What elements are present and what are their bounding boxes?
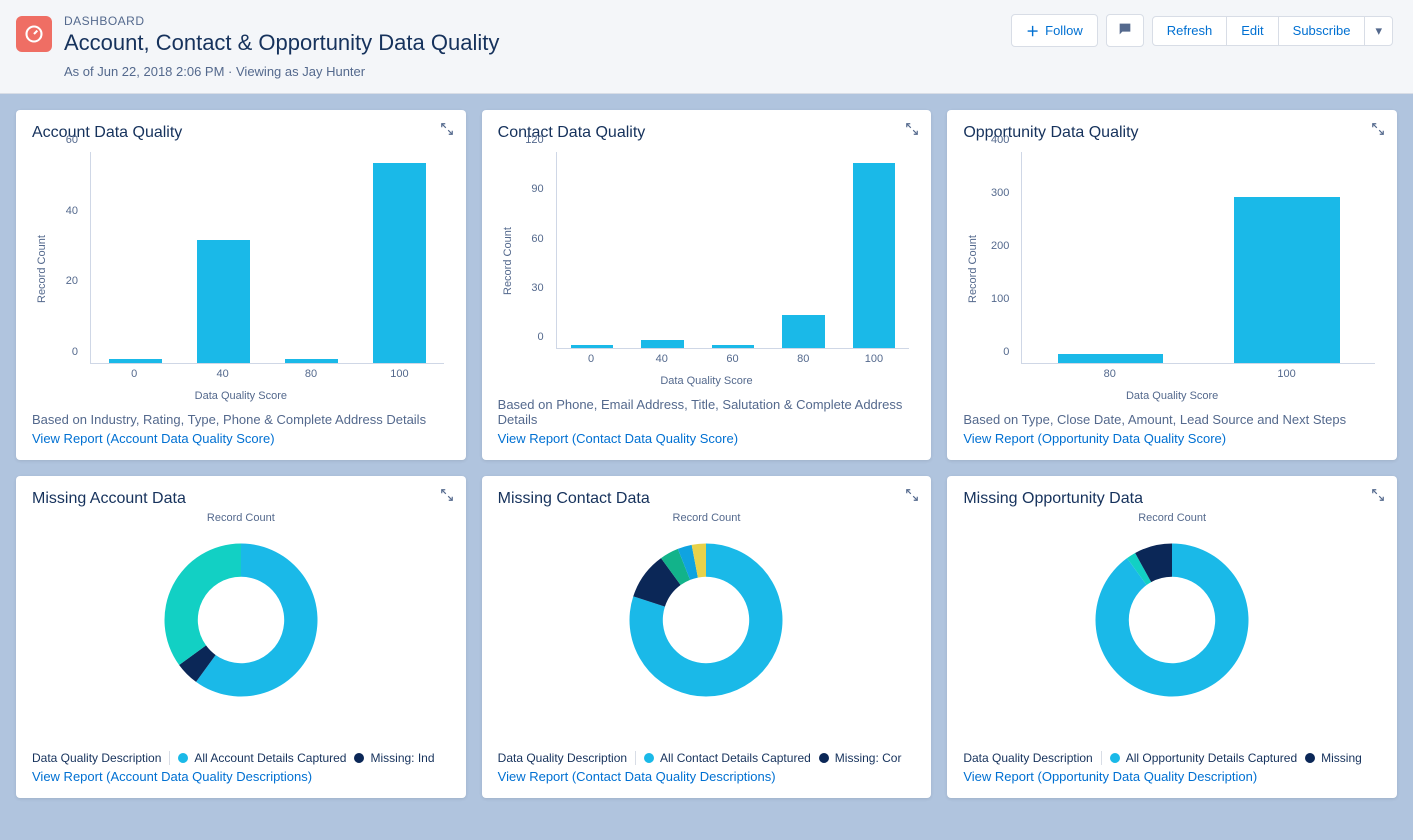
view-report-link[interactable]: View Report (Account Data Quality Score)	[32, 431, 450, 446]
follow-button[interactable]: ＋ Follow	[1011, 14, 1098, 47]
card-missing-contact: Missing Contact Data Record Count Data Q…	[482, 476, 932, 798]
view-report-link[interactable]: View Report (Opportunity Data Quality Sc…	[963, 431, 1381, 446]
legend-row: Data Quality Description All Contact Det…	[498, 751, 916, 765]
donut-ylabel: Record Count	[673, 512, 741, 524]
card-title: Missing Opportunity Data	[963, 490, 1381, 508]
legend-item-label: Missing: Cor	[835, 751, 902, 765]
view-report-link[interactable]: View Report (Contact Data Quality Descri…	[498, 769, 916, 784]
bar-chart: Record Count020406004080100	[32, 152, 450, 386]
card-missing-opportunity: Missing Opportunity Data Record Count Da…	[947, 476, 1397, 798]
card-title: Missing Account Data	[32, 490, 450, 508]
card-title: Missing Contact Data	[498, 490, 916, 508]
legend-item-label: All Contact Details Captured	[660, 751, 811, 765]
expand-icon[interactable]	[440, 122, 454, 139]
card-footer: Based on Phone, Email Address, Title, Sa…	[498, 397, 916, 427]
view-report-link[interactable]: View Report (Opportunity Data Quality De…	[963, 769, 1381, 784]
header-actions: ＋ Follow Refresh Edit Subscribe ▾	[1011, 14, 1393, 47]
feed-button[interactable]	[1106, 14, 1144, 47]
card-title: Opportunity Data Quality	[963, 124, 1381, 142]
bar-chart: Record Count010020030040080100	[963, 152, 1381, 386]
follow-label: Follow	[1045, 23, 1083, 38]
donut-chart	[151, 530, 331, 710]
expand-icon[interactable]	[1371, 488, 1385, 505]
page-title: Account, Contact & Opportunity Data Qual…	[64, 30, 999, 56]
card-contact-dq: Contact Data Quality Record Count0306090…	[482, 110, 932, 460]
legend-row: Data Quality Description All Opportunity…	[963, 751, 1381, 765]
donut-chart	[1082, 530, 1262, 710]
expand-icon[interactable]	[905, 488, 919, 505]
dashboard-icon	[16, 16, 52, 52]
card-account-dq: Account Data Quality Record Count0204060…	[16, 110, 466, 460]
expand-icon[interactable]	[905, 122, 919, 139]
card-footer: Based on Industry, Rating, Type, Phone &…	[32, 412, 450, 427]
legend-item-label: Missing: Ind	[370, 751, 434, 765]
legend-item-label: All Account Details Captured	[194, 751, 346, 765]
subscribe-button[interactable]: Subscribe	[1278, 16, 1366, 46]
donut-ylabel: Record Count	[1138, 512, 1206, 524]
more-actions-button[interactable]: ▾	[1364, 16, 1393, 46]
view-report-link[interactable]: View Report (Account Data Quality Descri…	[32, 769, 450, 784]
view-report-link[interactable]: View Report (Contact Data Quality Score)	[498, 431, 916, 446]
refresh-button[interactable]: Refresh	[1152, 16, 1228, 46]
expand-icon[interactable]	[1371, 122, 1385, 139]
header-metalabel: DASHBOARD	[64, 14, 999, 28]
legend-item-label: All Opportunity Details Captured	[1126, 751, 1297, 765]
header-subtitle: As of Jun 22, 2018 2:06 PM · Viewing as …	[64, 64, 999, 79]
legend-item-label: Missing	[1321, 751, 1362, 765]
edit-button[interactable]: Edit	[1226, 16, 1278, 46]
bar-chart: Record Count03060901200406080100	[498, 152, 916, 371]
legend-row: Data Quality Description All Account Det…	[32, 751, 450, 765]
dashboard-header: DASHBOARD Account, Contact & Opportunity…	[0, 0, 1413, 94]
chevron-down-icon: ▾	[1375, 23, 1382, 39]
legend-label: Data Quality Description	[32, 751, 161, 765]
card-opportunity-dq: Opportunity Data Quality Record Count010…	[947, 110, 1397, 460]
speech-icon	[1117, 21, 1133, 40]
donut-chart	[616, 530, 796, 710]
card-footer: Based on Type, Close Date, Amount, Lead …	[963, 412, 1381, 427]
action-button-group: Refresh Edit Subscribe ▾	[1152, 16, 1393, 46]
card-missing-account: Missing Account Data Record Count Data Q…	[16, 476, 466, 798]
dashboard-grid: Account Data Quality Record Count0204060…	[0, 94, 1413, 814]
card-title: Contact Data Quality	[498, 124, 916, 142]
expand-icon[interactable]	[440, 488, 454, 505]
legend-label: Data Quality Description	[498, 751, 627, 765]
legend-label: Data Quality Description	[963, 751, 1092, 765]
plus-icon: ＋	[1026, 21, 1039, 40]
card-title: Account Data Quality	[32, 124, 450, 142]
donut-ylabel: Record Count	[207, 512, 275, 524]
